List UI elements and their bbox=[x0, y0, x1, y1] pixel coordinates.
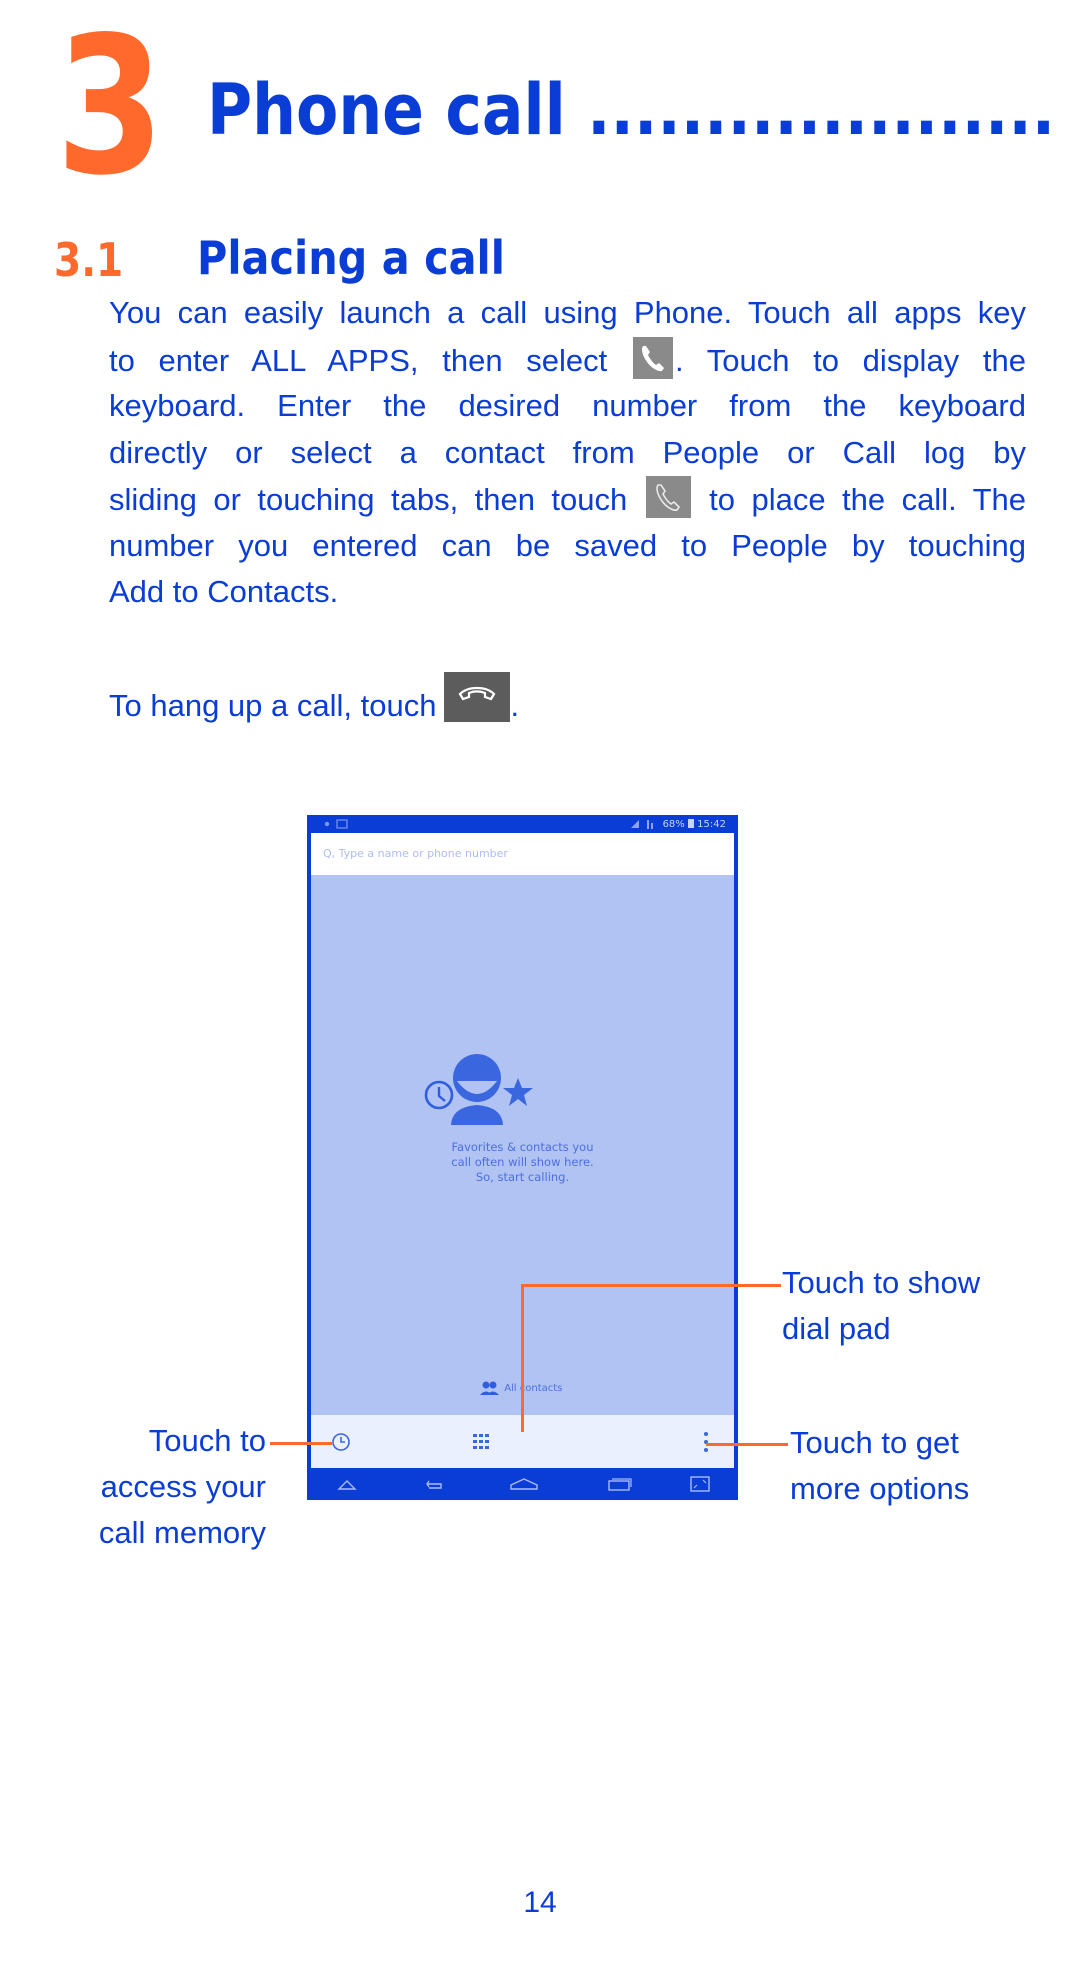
chapter-number: 3 bbox=[56, 0, 164, 217]
page-number: 14 bbox=[523, 1886, 557, 1919]
paragraph-text: to enter ALL APPS, then select bbox=[109, 342, 608, 378]
callout-line-call-memory bbox=[270, 1442, 332, 1445]
paragraph-line: directly or select a contact from People… bbox=[109, 434, 1026, 470]
empty-state-line: Favorites & contacts you bbox=[451, 1140, 594, 1154]
dialpad-icon[interactable] bbox=[472, 1432, 490, 1452]
all-contacts-label: All contacts bbox=[504, 1383, 563, 1394]
contacts-icon bbox=[480, 1381, 499, 1395]
chapter-title: Phone call .................... bbox=[207, 69, 1056, 151]
section-number: 3.1 bbox=[54, 233, 124, 287]
callout-line: dial pad bbox=[782, 1311, 891, 1346]
callout-line: access your bbox=[100, 1469, 266, 1504]
body-paragraph: You can easily launch a call using Phone… bbox=[109, 290, 1026, 616]
empty-state-line: call often will show here. bbox=[451, 1155, 594, 1169]
callout-call-memory: Touch to access your call memory bbox=[60, 1418, 266, 1556]
empty-state-line: So, start calling. bbox=[475, 1170, 570, 1184]
callout-line-dial-pad bbox=[521, 1284, 781, 1287]
screenshot-icon[interactable] bbox=[689, 1474, 711, 1494]
callout-dial-pad: Touch to show dial pad bbox=[782, 1260, 980, 1352]
paragraph-line: keyboard. Enter the desired number from … bbox=[109, 388, 1026, 423]
paragraph-text: sliding or touching tabs, then touch bbox=[109, 482, 628, 517]
empty-state-illustration bbox=[424, 1054, 533, 1125]
callout-line: more options bbox=[790, 1471, 970, 1506]
callout-line-dial-pad bbox=[521, 1284, 524, 1432]
navigation-bar bbox=[311, 1468, 734, 1500]
recents-icon[interactable] bbox=[607, 1474, 633, 1494]
paragraph-text: to place the call. The bbox=[709, 482, 1026, 517]
phone-app-icon bbox=[632, 336, 673, 379]
hangup-instruction: To hang up a call, touch. bbox=[109, 672, 519, 729]
hangup-suffix: . bbox=[510, 688, 520, 723]
end-call-icon bbox=[444, 672, 511, 722]
history-icon bbox=[424, 1080, 454, 1110]
call-history-icon[interactable] bbox=[331, 1432, 351, 1452]
home-icon[interactable] bbox=[509, 1474, 539, 1494]
paragraph-line: Add to Contacts. bbox=[109, 574, 339, 609]
call-button-icon bbox=[645, 476, 691, 518]
paragraph-line: sliding or touching tabs, then touch to … bbox=[109, 476, 1026, 523]
section-title: Placing a call bbox=[197, 231, 505, 285]
more-options-icon[interactable] bbox=[702, 1431, 710, 1453]
callout-line: Touch to get bbox=[790, 1425, 959, 1460]
star-icon bbox=[503, 1078, 533, 1106]
hangup-text: To hang up a call, touch bbox=[109, 688, 437, 723]
person-icon bbox=[451, 1054, 503, 1125]
paragraph-text: . Touch to display the bbox=[674, 342, 1026, 378]
paragraph-line: number you entered can be saved to Peopl… bbox=[109, 527, 1026, 563]
up-icon[interactable] bbox=[337, 1474, 357, 1494]
paragraph-line: You can easily launch a call using Phone… bbox=[109, 295, 1026, 330]
paragraph-line: to enter ALL APPS, then select . Touch t… bbox=[109, 336, 1026, 384]
callout-line: Touch to bbox=[148, 1423, 266, 1458]
callout-line: call memory bbox=[98, 1515, 266, 1550]
empty-state-message: Favorites & contacts you call often will… bbox=[311, 1140, 734, 1185]
back-icon[interactable] bbox=[423, 1474, 447, 1494]
callout-more-options: Touch to get more options bbox=[790, 1420, 969, 1512]
callout-line-more-options bbox=[706, 1443, 788, 1446]
callout-line: Touch to show bbox=[782, 1265, 981, 1300]
